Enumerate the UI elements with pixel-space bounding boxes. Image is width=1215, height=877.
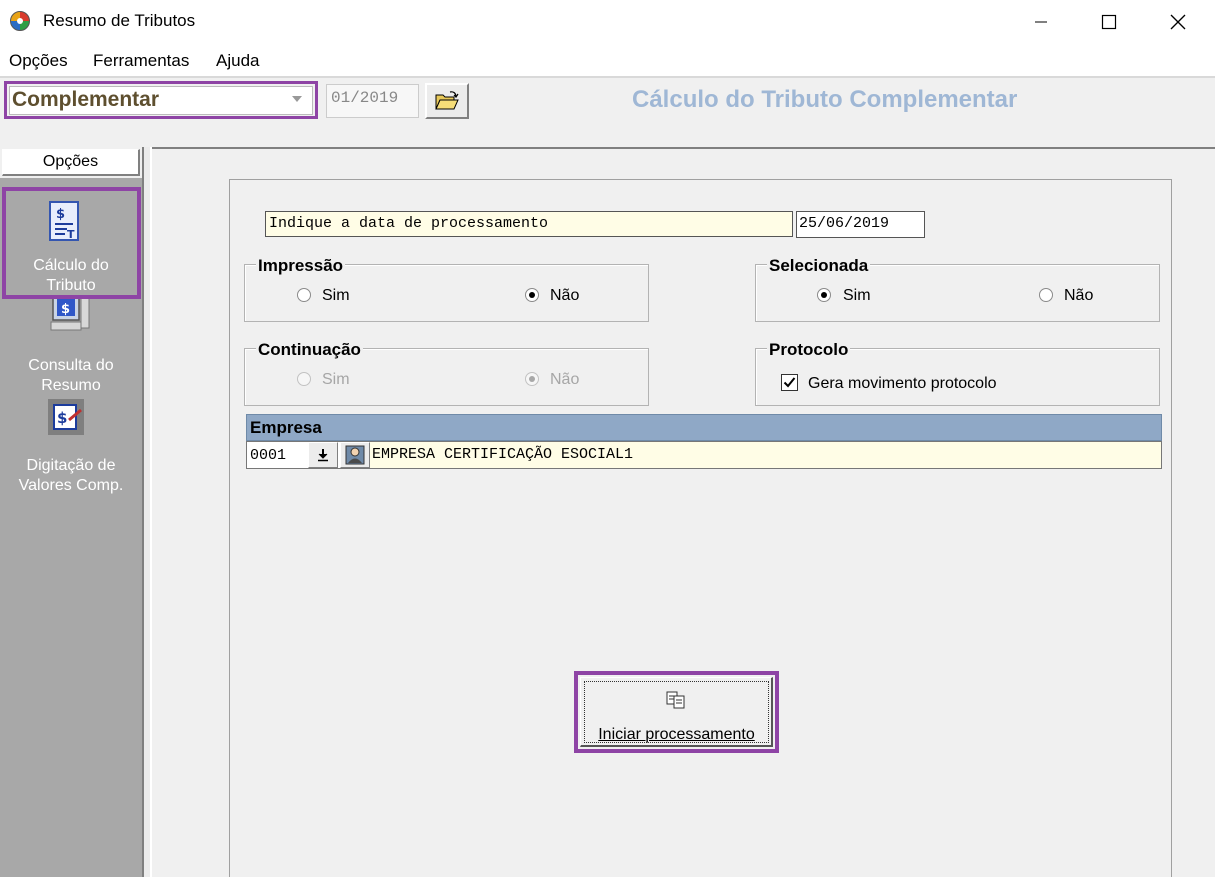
tax-query-computer-icon: $ bbox=[47, 294, 90, 334]
download-arrow-icon bbox=[318, 449, 328, 462]
menu-opcoes[interactable]: Opções bbox=[9, 51, 68, 71]
sidebar-item-label: Valores Comp. bbox=[18, 477, 124, 494]
sidebar-selection-highlight bbox=[2, 187, 141, 299]
process-date-input[interactable]: 25/06/2019 bbox=[796, 211, 925, 238]
impressao-nao-radio[interactable] bbox=[525, 288, 539, 302]
empresa-code-input[interactable]: 0001 bbox=[250, 447, 286, 464]
selecionada-sim-radio[interactable] bbox=[817, 288, 831, 302]
value-entry-icon: $ bbox=[47, 398, 84, 438]
toolbar-divider bbox=[0, 76, 1215, 78]
sidebar-item-label: Digitação de bbox=[26, 457, 116, 474]
continuacao-nao-radio bbox=[525, 372, 539, 386]
svg-text:$: $ bbox=[57, 409, 67, 427]
empresa-dropdown-button[interactable] bbox=[308, 442, 338, 468]
sidebar-header[interactable]: Opções bbox=[2, 149, 140, 176]
svg-text:$: $ bbox=[61, 302, 70, 317]
menu-ferramentas[interactable]: Ferramentas bbox=[93, 51, 189, 71]
continuacao-sim-radio bbox=[297, 372, 311, 386]
gera-movimento-label[interactable]: Gera movimento protocolo bbox=[808, 375, 997, 393]
sidebar-item-consulta[interactable]: $ Consulta do Resumo bbox=[4, 294, 138, 396]
empresa-name: EMPRESA CERTIFICAÇÃO ESOCIAL1 bbox=[370, 442, 1161, 468]
gera-movimento-checkbox[interactable] bbox=[781, 374, 798, 391]
minimize-icon bbox=[1035, 21, 1047, 23]
continuacao-title: Continuação bbox=[256, 340, 363, 360]
page-title: Cálculo do Tributo Complementar bbox=[632, 86, 1018, 113]
maximize-button[interactable] bbox=[1086, 0, 1132, 44]
menu-ajuda[interactable]: Ajuda bbox=[216, 51, 259, 71]
protocolo-title: Protocolo bbox=[767, 340, 851, 360]
impressao-sim-radio[interactable] bbox=[297, 288, 311, 302]
selecionada-nao-label[interactable]: Não bbox=[1064, 287, 1093, 305]
checkmark-icon bbox=[783, 377, 796, 388]
sidebar-item-digitacao[interactable]: $ Digitação de Valores Comp. bbox=[4, 396, 138, 496]
folder-open-icon bbox=[435, 91, 459, 110]
selecionada-nao-radio[interactable] bbox=[1039, 288, 1053, 302]
selecionada-title: Selecionada bbox=[767, 256, 871, 276]
period-value: 01/2019 bbox=[331, 89, 399, 107]
impressao-nao-label[interactable]: Não bbox=[550, 287, 579, 305]
sidebar-item-label: Consulta do bbox=[28, 357, 114, 374]
splitter[interactable] bbox=[142, 147, 152, 877]
continuacao-sim-label: Sim bbox=[322, 371, 350, 388]
window-title: Resumo de Tributos bbox=[43, 11, 196, 30]
impressao-title: Impressão bbox=[256, 256, 346, 276]
close-icon bbox=[1170, 14, 1186, 30]
empresa-header: Empresa bbox=[246, 414, 1162, 441]
continuacao-nao-label: Não bbox=[550, 371, 580, 388]
close-button[interactable] bbox=[1155, 0, 1201, 44]
process-date-label: Indique a data de processamento bbox=[265, 211, 793, 237]
open-button[interactable] bbox=[425, 83, 469, 119]
selecionada-sim-label[interactable]: Sim bbox=[843, 287, 871, 305]
impressao-sim-label[interactable]: Sim bbox=[322, 287, 350, 305]
start-button-highlight-frame bbox=[574, 671, 779, 753]
person-search-icon bbox=[345, 445, 365, 465]
empresa-search-button[interactable] bbox=[340, 442, 370, 468]
maximize-icon bbox=[1101, 14, 1117, 30]
minimize-button[interactable] bbox=[1018, 0, 1064, 44]
sidebar-item-label: Resumo bbox=[41, 377, 101, 394]
combo-highlight-frame bbox=[4, 81, 318, 119]
app-globe-icon bbox=[10, 11, 30, 31]
